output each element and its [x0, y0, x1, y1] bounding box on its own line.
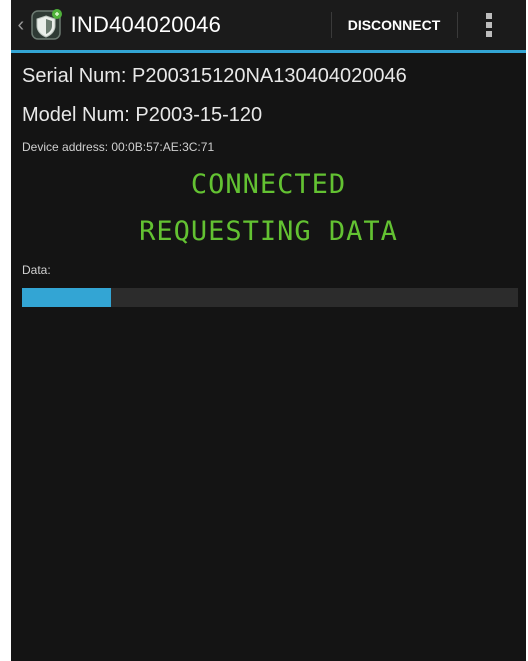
up-navigation-button[interactable]: ‹ IND404020046	[11, 0, 221, 50]
action-bar-accent-line	[11, 50, 526, 53]
model-number: Model Num: P2003-15-120	[22, 104, 263, 126]
page-title: IND404020046	[70, 12, 221, 37]
disconnect-button[interactable]: DISCONNECT	[333, 0, 455, 50]
connection-status: CONNECTED	[190, 169, 347, 200]
phone-screen: ‹ IND404020046 DISCONNECT Serial Num: P2…	[11, 0, 526, 661]
action-divider	[457, 12, 458, 38]
data-progress-bar	[22, 288, 518, 307]
activity-status: REQUESTING DATA	[139, 216, 398, 247]
action-divider	[331, 12, 332, 38]
serial-number: Serial Num: P200315120NA130404020046	[22, 65, 407, 87]
device-address: Device address: 00:0B:57:AE:3C:71	[22, 140, 215, 154]
action-bar: ‹ IND404020046 DISCONNECT	[11, 0, 526, 50]
chevron-left-icon: ‹	[17, 13, 25, 36]
shield-icon	[29, 7, 65, 43]
data-progress-fill	[22, 288, 112, 307]
overflow-menu-icon	[486, 13, 492, 37]
progress-label: Data:	[22, 263, 51, 277]
overflow-menu-button[interactable]	[467, 0, 511, 50]
